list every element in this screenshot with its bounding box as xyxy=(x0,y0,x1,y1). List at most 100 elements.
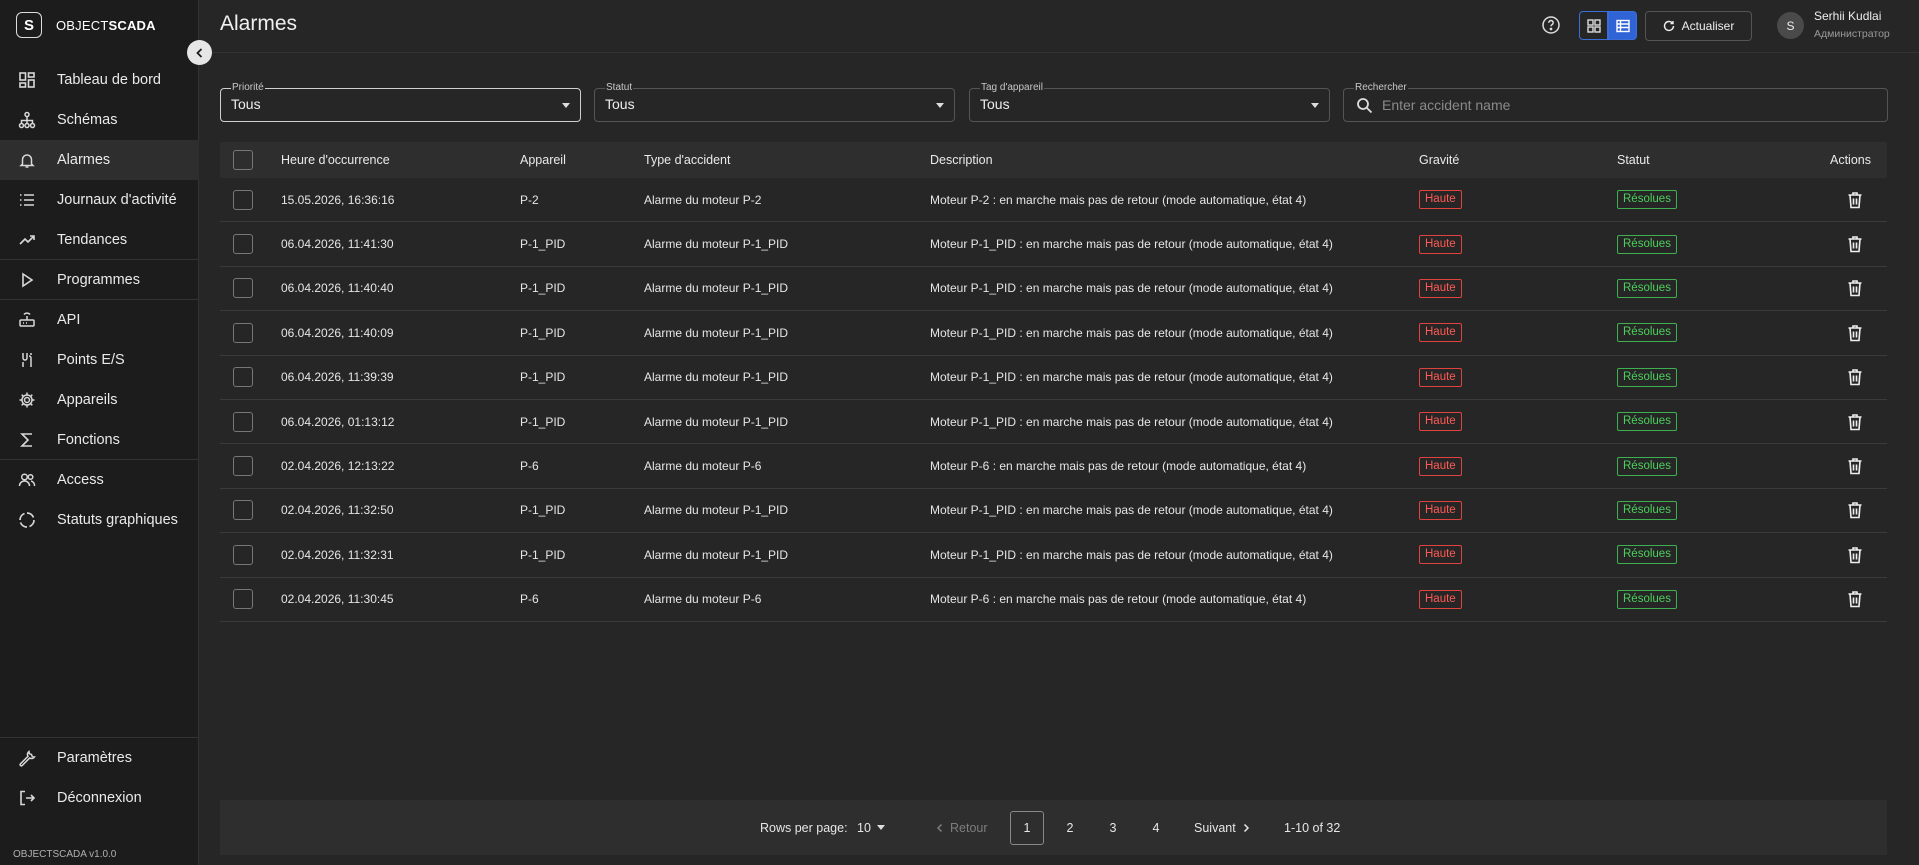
row-checkbox[interactable] xyxy=(233,500,253,521)
cell-device: P-6 xyxy=(520,592,539,607)
sidebar-item-label: Tendances xyxy=(57,231,128,248)
trash-icon[interactable] xyxy=(1847,457,1863,475)
refresh-button[interactable]: Actualiser xyxy=(1645,11,1752,41)
sidebar-item-label: Paramètres xyxy=(57,750,132,766)
sidebar-item-graphic-statuses[interactable]: Statuts graphiques xyxy=(0,500,199,540)
logo-text: OBJECTSCADA xyxy=(56,18,156,33)
status-badge: Résolues xyxy=(1617,190,1677,210)
column-header-time[interactable]: Heure d'occurrence xyxy=(281,142,390,178)
table-row[interactable]: 02.04.2026, 11:32:50 P-1_PID Alarme du m… xyxy=(220,489,1887,534)
table-view-button[interactable] xyxy=(1608,11,1637,40)
column-header-device[interactable]: Appareil xyxy=(520,142,566,178)
row-select-cell xyxy=(233,178,253,221)
sidebar-item-dashboard[interactable]: Tableau de bord xyxy=(0,60,199,100)
trash-icon[interactable] xyxy=(1847,279,1863,297)
sidebar-item-io-points[interactable]: Points E/S xyxy=(0,340,199,380)
status-cell: Résolues xyxy=(1617,311,1677,354)
column-header-severity[interactable]: Gravité xyxy=(1419,142,1459,178)
cell-device: P-1_PID xyxy=(520,503,566,518)
page-button-4[interactable]: 4 xyxy=(1139,811,1173,845)
row-checkbox[interactable] xyxy=(233,234,253,255)
chevron-left-icon xyxy=(195,47,202,58)
sidebar-item-access[interactable]: Access xyxy=(0,460,199,500)
previous-page-button[interactable]: Retour xyxy=(935,800,988,855)
select-all-cell xyxy=(233,142,253,178)
app-logo[interactable]: S OBJECTSCADA xyxy=(16,12,156,38)
trash-icon[interactable] xyxy=(1847,590,1863,608)
row-checkbox[interactable] xyxy=(233,544,253,565)
sidebar-item-api[interactable]: API xyxy=(0,300,199,340)
sidebar-item-schemas[interactable]: Schémas xyxy=(0,100,199,140)
table-row[interactable]: 06.04.2026, 01:13:12 P-1_PID Alarme du m… xyxy=(220,400,1887,445)
row-checkbox[interactable] xyxy=(233,411,253,432)
actions-cell xyxy=(1847,356,1863,399)
dashboard-icon xyxy=(18,71,36,89)
row-checkbox[interactable] xyxy=(233,278,253,299)
logo-text-bold: SCADA xyxy=(108,17,156,33)
bell-icon xyxy=(18,151,36,169)
table-row[interactable]: 06.04.2026, 11:39:39 P-1_PID Alarme du m… xyxy=(220,356,1887,400)
row-checkbox[interactable] xyxy=(233,322,253,343)
row-checkbox[interactable] xyxy=(233,456,253,477)
cell-time: 06.04.2026, 11:40:40 xyxy=(281,281,394,296)
status-cell: Résolues xyxy=(1617,178,1677,221)
sidebar-item-programs[interactable]: Programmes xyxy=(0,260,199,300)
users-icon xyxy=(18,471,36,489)
next-page-button[interactable]: Suivant xyxy=(1194,800,1251,855)
trash-icon[interactable] xyxy=(1847,324,1863,342)
user-role: Администратор xyxy=(1814,28,1890,40)
sidebar-item-logout[interactable]: Déconnexion xyxy=(0,778,199,818)
column-header-status[interactable]: Statut xyxy=(1617,142,1650,178)
column-header-type[interactable]: Type d'accident xyxy=(644,142,730,178)
io-icon xyxy=(18,351,36,369)
device-tag-select[interactable]: Tag d'appareil Tous xyxy=(969,83,1330,122)
severity-badge: Haute xyxy=(1419,367,1462,387)
sidebar-item-settings[interactable]: Paramètres xyxy=(0,738,199,778)
page-button-3[interactable]: 3 xyxy=(1096,811,1130,845)
select-all-checkbox[interactable] xyxy=(233,150,253,170)
cell-type: Alarme du moteur P-2 xyxy=(644,192,762,207)
page-button-2[interactable]: 2 xyxy=(1053,811,1087,845)
sidebar-item-label: Programmes xyxy=(57,271,140,288)
trash-icon[interactable] xyxy=(1847,368,1863,386)
column-header-actions: Actions xyxy=(1830,153,1871,167)
row-checkbox[interactable] xyxy=(233,189,253,210)
cell-time: 06.04.2026, 11:41:30 xyxy=(281,237,394,252)
trash-icon[interactable] xyxy=(1847,501,1863,519)
search-input[interactable] xyxy=(1382,95,1862,115)
table-row[interactable]: 02.04.2026, 11:32:31 P-1_PID Alarme du m… xyxy=(220,533,1887,578)
rows-per-page-select[interactable]: 10 xyxy=(857,800,885,855)
row-checkbox[interactable] xyxy=(233,589,253,610)
row-checkbox[interactable] xyxy=(233,367,253,388)
collapse-sidebar-button[interactable] xyxy=(187,40,212,65)
status-cell: Résolues xyxy=(1617,489,1677,532)
next-page-label: Suivant xyxy=(1194,820,1236,835)
priority-select[interactable]: Priorité Tous xyxy=(220,83,581,122)
trash-icon[interactable] xyxy=(1847,546,1863,564)
table-row[interactable]: 06.04.2026, 11:40:09 P-1_PID Alarme du m… xyxy=(220,311,1887,356)
sidebar-item-alarms[interactable]: Alarmes xyxy=(0,140,199,180)
cell-description: Moteur P-6 : en marche mais pas de retou… xyxy=(930,459,1307,474)
trend-icon xyxy=(18,231,36,249)
sidebar-item-activity-logs[interactable]: Journaux d'activité xyxy=(0,180,199,220)
table-row[interactable]: 02.04.2026, 11:30:45 P-6 Alarme du moteu… xyxy=(220,578,1887,622)
table-row[interactable]: 02.04.2026, 12:13:22 P-6 Alarme du moteu… xyxy=(220,444,1887,489)
sidebar-item-functions[interactable]: Fonctions xyxy=(0,420,199,460)
avatar[interactable]: S xyxy=(1777,12,1804,39)
help-icon[interactable] xyxy=(1541,15,1561,35)
trash-icon[interactable] xyxy=(1847,413,1863,431)
grid-view-button[interactable] xyxy=(1579,11,1608,40)
table-row[interactable]: 15.05.2026, 16:36:16 P-2 Alarme du moteu… xyxy=(220,178,1887,223)
trash-icon[interactable] xyxy=(1847,191,1863,209)
page-button-1[interactable]: 1 xyxy=(1010,811,1044,845)
column-header-description[interactable]: Description xyxy=(930,142,993,178)
sidebar-item-devices[interactable]: Appareils xyxy=(0,380,199,420)
caret-down-icon xyxy=(936,103,944,108)
view-toggle xyxy=(1579,11,1637,40)
status-cell: Résolues xyxy=(1617,444,1677,487)
trash-icon[interactable] xyxy=(1847,235,1863,253)
table-row[interactable]: 06.04.2026, 11:40:40 P-1_PID Alarme du m… xyxy=(220,267,1887,312)
status-select[interactable]: Statut Tous xyxy=(594,83,955,122)
sidebar-item-trends[interactable]: Tendances xyxy=(0,220,199,260)
table-row[interactable]: 06.04.2026, 11:41:30 P-1_PID Alarme du m… xyxy=(220,222,1887,267)
